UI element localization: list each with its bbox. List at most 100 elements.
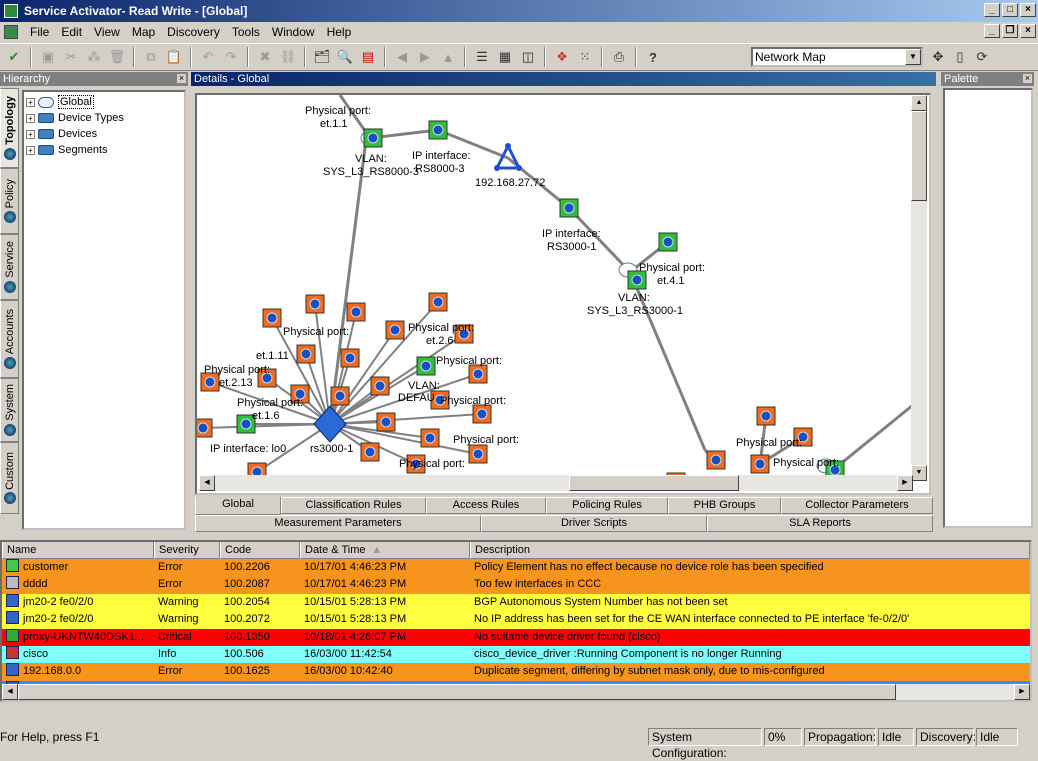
tab-access-rules[interactable]: Access Rules bbox=[426, 497, 546, 514]
cut-icon[interactable]: ✂ bbox=[61, 47, 81, 67]
physical-port-icon[interactable] bbox=[420, 428, 440, 448]
tab-sla-reports[interactable]: SLA Reports bbox=[707, 515, 933, 532]
vertical-scroll-thumb[interactable] bbox=[911, 111, 927, 201]
paste-icon[interactable]: 📋 bbox=[164, 47, 184, 67]
tab-accounts[interactable]: Accounts bbox=[0, 300, 19, 378]
back-arrow-icon[interactable]: ◀ bbox=[392, 47, 412, 67]
tab-collector-parameters[interactable]: Collector Parameters bbox=[781, 497, 933, 514]
table-row[interactable]: jm20-2 fe0/2/0 Warning 100.2054 10/15/01 5:… bbox=[2, 593, 1030, 612]
print-icon[interactable]: ⎙ bbox=[609, 47, 629, 67]
close-button[interactable]: × bbox=[1020, 3, 1036, 17]
network-map-canvas[interactable]: Physical port:et.1.1VLAN:SYS_L3_RS8000-3… bbox=[197, 95, 913, 479]
expand-icon[interactable]: + bbox=[26, 145, 35, 155]
physical-port-icon[interactable] bbox=[468, 444, 488, 464]
tab-topology[interactable]: Topology bbox=[0, 88, 19, 168]
table-row[interactable]: dddd Error 100.2087 10/17/01 4:46:23 PM Too … bbox=[2, 576, 1030, 594]
tab-driver-scripts[interactable]: Driver Scripts bbox=[481, 515, 707, 532]
hierarchy-close-icon[interactable]: × bbox=[176, 73, 187, 84]
detail-view-icon[interactable]: ▦ bbox=[495, 47, 515, 67]
tab-custom[interactable]: Custom bbox=[0, 442, 19, 514]
split-icon[interactable]: ⁂ bbox=[84, 47, 104, 67]
horizontal-scroll-thumb[interactable] bbox=[569, 475, 739, 491]
physical-port-icon[interactable] bbox=[197, 418, 213, 438]
ip-interface-icon[interactable] bbox=[416, 356, 436, 376]
scroll-right-icon[interactable]: ▶ bbox=[1014, 684, 1030, 700]
up-arrow-icon[interactable]: ▲ bbox=[438, 47, 458, 67]
grid-horizontal-scrollbar[interactable]: ◀ ▶ bbox=[2, 684, 1030, 700]
palette-icon[interactable]: ❖ bbox=[552, 47, 572, 67]
menu-discovery[interactable]: Discovery bbox=[161, 25, 226, 39]
tab-policing-rules[interactable]: Policing Rules bbox=[546, 497, 668, 514]
map-vertical-scrollbar[interactable]: ▲ ▼ bbox=[911, 95, 927, 481]
palette-close-icon[interactable]: × bbox=[1022, 73, 1033, 84]
tab-phb-groups[interactable]: PHB Groups bbox=[668, 497, 781, 514]
expand-icon[interactable]: + bbox=[26, 97, 35, 107]
physical-port-icon[interactable] bbox=[468, 364, 488, 384]
scroll-right-icon[interactable]: ▶ bbox=[897, 475, 913, 491]
physical-port-icon[interactable] bbox=[376, 412, 396, 432]
physical-port-icon[interactable] bbox=[706, 450, 726, 470]
ip-interface-icon[interactable] bbox=[658, 232, 678, 252]
doc-minimize-button[interactable]: _ bbox=[984, 24, 1000, 38]
tree-node-segments[interactable]: + Segments bbox=[26, 142, 182, 158]
remove-icon[interactable]: ✖ bbox=[255, 47, 275, 67]
physical-port-icon[interactable] bbox=[346, 302, 366, 322]
grid-scroll-thumb[interactable] bbox=[18, 684, 896, 700]
network-map[interactable]: Physical port: et.1.1 VLAN: SYS_L3_RS8000-3… bbox=[195, 93, 931, 495]
physical-port-icon[interactable] bbox=[370, 376, 390, 396]
menu-view[interactable]: View bbox=[88, 25, 126, 39]
doc-close-button[interactable]: × bbox=[1020, 24, 1036, 38]
physical-port-icon[interactable] bbox=[472, 404, 492, 424]
redo-icon[interactable]: ↷ bbox=[221, 47, 241, 67]
document-icon[interactable] bbox=[4, 25, 18, 39]
expand-icon[interactable]: + bbox=[26, 113, 35, 123]
page-icon[interactable]: ▯ bbox=[950, 47, 970, 67]
table-row[interactable]: 192.168.0.0 Error 100.1625 16/03/00 10:42:4… bbox=[2, 663, 1030, 681]
map-view-icon[interactable]: ◫ bbox=[518, 47, 538, 67]
scroll-left-icon[interactable]: ◀ bbox=[2, 684, 18, 700]
ip-interface-icon[interactable] bbox=[428, 120, 448, 140]
delete-icon[interactable]: 🗑 bbox=[107, 47, 127, 67]
table-row[interactable]: proxy-UKNTW40DSK1... Critical 100.1350 10/1… bbox=[2, 628, 1030, 646]
help-icon[interactable]: ? bbox=[643, 47, 663, 67]
table-row[interactable]: customer Error 100.2206 10/17/01 4:46:23 PM… bbox=[2, 559, 1030, 577]
move-icon[interactable]: ✥ bbox=[928, 47, 948, 67]
tab-global[interactable]: Global bbox=[195, 497, 281, 515]
tree-node-device-types[interactable]: + Device Types bbox=[26, 110, 182, 126]
checkmark-icon[interactable]: ✔ bbox=[4, 47, 24, 67]
find-icon[interactable]: 🔍 bbox=[335, 47, 355, 67]
scroll-down-icon[interactable]: ▼ bbox=[911, 465, 927, 481]
tree-node-devices[interactable]: + Devices bbox=[26, 126, 182, 142]
minimize-button[interactable]: _ bbox=[984, 3, 1000, 17]
menu-file[interactable]: File bbox=[24, 25, 55, 39]
menu-edit[interactable]: Edit bbox=[55, 25, 88, 39]
physical-port-icon[interactable] bbox=[262, 308, 282, 328]
physical-port-icon[interactable] bbox=[428, 292, 448, 312]
physical-port-icon[interactable] bbox=[340, 348, 360, 368]
table-row[interactable]: jm20-2 fe0/2/0 Warning 100.2072 10/15/01 5:… bbox=[2, 611, 1030, 629]
forward-arrow-icon[interactable]: ▶ bbox=[415, 47, 435, 67]
tab-classification-rules[interactable]: Classification Rules bbox=[281, 497, 426, 514]
map-horizontal-scrollbar[interactable]: ◀ ▶ bbox=[199, 475, 913, 491]
scroll-up-icon[interactable]: ▲ bbox=[911, 95, 927, 111]
col-code[interactable]: Code bbox=[220, 542, 300, 559]
col-date-time[interactable]: Date & Time ▲ bbox=[300, 542, 470, 559]
copy-icon[interactable]: ⧉ bbox=[141, 47, 161, 67]
physical-port-icon[interactable] bbox=[385, 320, 405, 340]
tab-measurement-parameters[interactable]: Measurement Parameters bbox=[195, 515, 481, 532]
physical-port-icon[interactable] bbox=[296, 344, 316, 364]
scroll-left-icon[interactable]: ◀ bbox=[199, 475, 215, 491]
doc-restore-button[interactable]: ❐ bbox=[1002, 24, 1018, 38]
table-row[interactable]: cisco Info 100.506 16/03/00 11:42:54 cisco_d… bbox=[2, 645, 1030, 664]
menu-help[interactable]: Help bbox=[321, 25, 358, 39]
tab-policy[interactable]: Policy bbox=[0, 168, 19, 234]
list-view-icon[interactable]: ☰ bbox=[472, 47, 492, 67]
undo-icon[interactable]: ↶ bbox=[198, 47, 218, 67]
refresh-icon[interactable]: ⟳ bbox=[972, 47, 992, 67]
tab-system[interactable]: System bbox=[0, 378, 19, 442]
chevron-down-icon[interactable]: ▼ bbox=[905, 49, 921, 65]
maximize-button[interactable]: □ bbox=[1002, 3, 1018, 17]
properties-icon[interactable]: 🗂 bbox=[312, 47, 332, 67]
physical-port-icon[interactable] bbox=[360, 442, 380, 462]
ip-interface-icon[interactable] bbox=[559, 198, 579, 218]
